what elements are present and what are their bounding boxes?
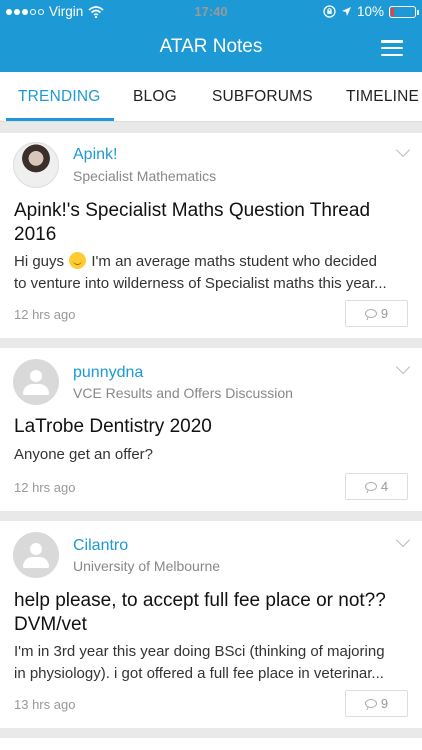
active-tab-indicator bbox=[6, 118, 114, 121]
post-card[interactable]: punnydna VCE Results and Offers Discussi… bbox=[0, 348, 422, 511]
comment-icon bbox=[364, 309, 377, 318]
tab-subforums[interactable]: SUBFORUMS bbox=[212, 88, 313, 106]
smile-emoji-icon bbox=[69, 252, 87, 269]
post-title-line: help please, to accept full fee place or… bbox=[14, 590, 386, 611]
comment-count: 4 bbox=[380, 479, 389, 494]
tab-timeline[interactable]: TIMELINE bbox=[346, 88, 419, 106]
excerpt-text: to venture into wilderness of Specialist… bbox=[14, 275, 387, 292]
post-title-line: Apink!'s Specialist Maths Question Threa… bbox=[14, 200, 371, 221]
location-arrow-icon bbox=[341, 7, 351, 16]
comment-count: 9 bbox=[380, 696, 389, 711]
post-title-line: DVM/vet bbox=[14, 614, 87, 635]
post-username[interactable]: Cilantro bbox=[73, 537, 128, 555]
post-time: 13 hrs ago bbox=[14, 697, 76, 712]
post-username[interactable]: Apink! bbox=[73, 146, 117, 164]
post-title-line: 2016 bbox=[14, 224, 57, 245]
comments-button[interactable]: 4 bbox=[345, 473, 408, 500]
title-bar: ATAR Notes bbox=[0, 24, 422, 72]
post-time: 12 hrs ago bbox=[14, 307, 76, 322]
post-excerpt: I'm in 3rd year this year doing BSci (th… bbox=[14, 641, 408, 685]
post-time: 12 hrs ago bbox=[14, 480, 76, 495]
post-title[interactable]: LaTrobe Dentistry 2020 bbox=[14, 415, 408, 439]
chevron-down-icon[interactable] bbox=[395, 359, 411, 375]
post-excerpt: Hi guys I'm an average maths student who… bbox=[14, 251, 408, 295]
avatar[interactable] bbox=[13, 359, 59, 405]
lock-rotation-icon bbox=[323, 5, 336, 18]
app-header: Virgin 17:40 10% ATAR Notes bbox=[0, 0, 422, 72]
comment-icon bbox=[364, 699, 377, 708]
battery-icon bbox=[389, 5, 419, 18]
avatar[interactable] bbox=[13, 532, 59, 578]
post-card[interactable]: Cilantro University of Melbourne help pl… bbox=[0, 521, 422, 728]
comment-icon bbox=[364, 482, 377, 491]
excerpt-text: Hi guys bbox=[14, 253, 65, 270]
comment-count: 9 bbox=[380, 306, 389, 321]
status-bar: Virgin 17:40 10% bbox=[0, 0, 422, 24]
post-title[interactable]: help please, to accept full fee place or… bbox=[14, 589, 408, 637]
excerpt-text: in physiology). i got offered a full fee… bbox=[14, 665, 384, 682]
avatar[interactable] bbox=[13, 142, 59, 188]
menu-icon[interactable] bbox=[381, 40, 403, 56]
tab-trending[interactable]: TRENDING bbox=[18, 88, 101, 106]
post-card[interactable] bbox=[0, 738, 422, 750]
excerpt-text: I'm in 3rd year this year doing BSci (th… bbox=[14, 643, 385, 660]
comments-button[interactable]: 9 bbox=[345, 690, 408, 717]
app-title: ATAR Notes bbox=[159, 36, 263, 57]
excerpt-text: I'm an average maths student who decided bbox=[91, 253, 377, 270]
tab-bar: TRENDING BLOG SUBFORUMS TIMELINE bbox=[0, 72, 422, 122]
app-screen: Virgin 17:40 10% ATAR Notes TRENDING BLO… bbox=[0, 0, 422, 750]
post-forum[interactable]: Specialist Mathematics bbox=[73, 168, 216, 184]
post-card[interactable]: Apink! Specialist Mathematics Apink!'s S… bbox=[0, 133, 422, 338]
post-title[interactable]: Apink!'s Specialist Maths Question Threa… bbox=[14, 199, 408, 247]
chevron-down-icon[interactable] bbox=[395, 532, 411, 548]
post-forum[interactable]: VCE Results and Offers Discussion bbox=[73, 385, 293, 401]
post-excerpt: Anyone get an offer? bbox=[14, 446, 153, 463]
post-forum[interactable]: University of Melbourne bbox=[73, 558, 220, 574]
comments-button[interactable]: 9 bbox=[345, 300, 408, 327]
chevron-down-icon[interactable] bbox=[395, 142, 411, 158]
status-right: 10% bbox=[323, 4, 419, 19]
battery-percent: 10% bbox=[356, 4, 384, 19]
post-username[interactable]: punnydna bbox=[73, 364, 143, 382]
tab-blog[interactable]: BLOG bbox=[133, 88, 177, 106]
